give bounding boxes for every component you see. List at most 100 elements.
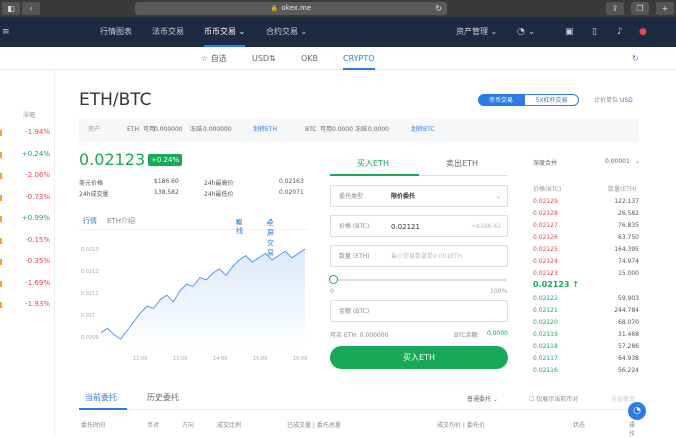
- y-tick-label: 0.0209: [81, 335, 99, 341]
- reload-icon[interactable]: ↻: [435, 2, 442, 15]
- buy-order-row[interactable]: 0.02117 64.938: [533, 354, 639, 363]
- y-tick-label: 0.0213: [81, 247, 99, 253]
- nav-contract-trading[interactable]: 合约交易 ⌄: [266, 17, 307, 47]
- pair-list-item[interactable]: -1.94%: [0, 128, 55, 136]
- new-tab-icon[interactable]: +: [656, 2, 674, 15]
- pair-list-item[interactable]: -1.69%: [0, 279, 55, 287]
- buy-order-row[interactable]: 0.02119 31.468: [533, 330, 639, 339]
- buy-order-row[interactable]: 0.02116 56.224: [533, 366, 639, 375]
- buy-order-row[interactable]: 0.02118 57.286: [533, 342, 639, 351]
- sell-order-row[interactable]: 0.02128 26.582: [533, 209, 639, 218]
- order-quantity: 68.070: [618, 319, 639, 326]
- pair-list-item[interactable]: +0.99%: [0, 214, 55, 222]
- unit-label: 计价单位: [594, 97, 619, 104]
- support-icon[interactable]: ◔: [628, 402, 646, 420]
- menu-icon[interactable]: ≡: [2, 17, 10, 47]
- sell-order-row[interactable]: 0.02123 15.000: [533, 269, 639, 278]
- tab-eth-intro[interactable]: ETH介绍: [107, 216, 135, 226]
- percent-slider[interactable]: [329, 275, 506, 284]
- tabs-icon[interactable]: ❐: [631, 2, 649, 15]
- pair-list-item[interactable]: -2.06%: [0, 171, 55, 179]
- user-icon[interactable]: ◔ ⌄: [517, 17, 535, 47]
- order-filter-select[interactable]: 普通委托 ⌄: [467, 394, 498, 403]
- price-input[interactable]: 价格 (BTC) 0.02121 ≈$186.42: [330, 215, 508, 237]
- y-tick-label: 0.021: [81, 313, 95, 319]
- browser-nav-icon[interactable]: ◧: [2, 2, 20, 15]
- pair-marker: [0, 130, 2, 136]
- share-icon[interactable]: ⇪: [606, 2, 624, 15]
- pair-list-item[interactable]: -0.15%: [0, 236, 55, 244]
- y-tick-label: 0.0211: [81, 291, 99, 297]
- order-quantity: 74.974: [618, 258, 639, 265]
- col-side: 方向: [182, 422, 195, 429]
- price-chart[interactable]: 0.0213 0.0212 0.0211 0.021 0.0209 12:00 13:00 1…: [79, 232, 307, 364]
- unit-selector[interactable]: 计价单位 USD: [594, 95, 633, 104]
- tab-sell[interactable]: 卖出ETH: [446, 158, 478, 169]
- col-status: 状态: [573, 422, 586, 429]
- change-header[interactable]: 涨幅: [23, 110, 35, 119]
- transfer-btc-link[interactable]: 划转BTC: [411, 118, 435, 142]
- sell-order-row[interactable]: 0.02125 164.395: [533, 245, 639, 254]
- pair-list-item[interactable]: -0.73%: [0, 193, 55, 201]
- sell-order-row[interactable]: 0.02126 63.750: [533, 233, 639, 242]
- tab-current-orders[interactable]: 当前委托: [85, 392, 117, 403]
- slider-handle[interactable]: [329, 275, 338, 284]
- quantity-input[interactable]: 数量 (ETH) 最小交易数量是0.001ETH: [330, 245, 508, 267]
- transfer-eth-link[interactable]: 划转ETH: [253, 118, 277, 142]
- tab-market[interactable]: 行情: [83, 216, 97, 226]
- pair-marker: [0, 259, 2, 265]
- price-usd: ≈$186.42: [471, 223, 501, 230]
- subtab-usd[interactable]: USD⇅: [252, 47, 276, 70]
- buy-order-row[interactable]: 0.02122 59.903: [533, 294, 639, 303]
- buy-order-row[interactable]: 0.02121 244.784: [533, 306, 639, 315]
- tab-history-orders[interactable]: 历史委托: [147, 392, 179, 403]
- btc-balance-label: BTC余额:: [454, 332, 480, 339]
- sell-order-row[interactable]: 0.02129 122.137: [533, 197, 639, 206]
- order-quantity: 76.835: [618, 222, 639, 229]
- amount-input[interactable]: 金额 (BTC): [330, 300, 508, 322]
- nav-asset-label: 资产管理: [456, 27, 488, 36]
- pair-change: -2.06%: [25, 171, 50, 179]
- pair-list-item[interactable]: +0.24%: [0, 150, 55, 158]
- only-current-checkbox[interactable]: ☐ 仅展示当前币对: [529, 394, 578, 403]
- pair-marker: [0, 237, 2, 244]
- subtab-okb[interactable]: OKB: [301, 47, 318, 70]
- margin-trading-switch[interactable]: 5X杠杆交易: [524, 94, 579, 106]
- download-icon[interactable]: ▯: [592, 17, 597, 47]
- chevron-down-icon: ⌄: [492, 396, 498, 403]
- nav-fiat-trading[interactable]: 法币交易: [152, 17, 184, 47]
- unit-value: USD: [619, 97, 633, 104]
- message-icon[interactable]: ▣: [565, 17, 574, 47]
- pair-list-item[interactable]: -0.35%: [0, 257, 55, 265]
- subtab-crypto[interactable]: CRYPTO: [343, 47, 375, 70]
- nav-coin-trading[interactable]: 币币交易 ⌄: [204, 17, 246, 47]
- refresh-icon[interactable]: ↻: [632, 47, 639, 70]
- cancel-all-button[interactable]: 全部撤单: [611, 394, 635, 403]
- browser-back-icon[interactable]: ‹: [22, 2, 40, 15]
- url-bar[interactable]: 🔒 okex.me ↻: [135, 2, 447, 15]
- depth-merge[interactable]: 深度合并 0.00001 ⌄: [533, 158, 641, 167]
- eth-label: ETH: [127, 126, 139, 133]
- buy-eth-button[interactable]: 买入ETH: [330, 346, 508, 369]
- assets-label: 资产: [88, 126, 101, 133]
- order-type-select[interactable]: 委托类型 限价委托 ⌄: [330, 185, 508, 207]
- volume-value: 138,582: [154, 189, 179, 196]
- sell-order-row[interactable]: 0.02127 76.835: [533, 221, 639, 230]
- volume-label: 24h成交量: [79, 191, 109, 198]
- buy-order-row[interactable]: 0.02120 68.070: [533, 318, 639, 327]
- tab-buy[interactable]: 买入ETH: [357, 158, 389, 169]
- nav-market-chart[interactable]: 行情图表: [100, 17, 132, 47]
- low-value: 0.02071: [279, 189, 304, 196]
- flag-icon[interactable]: ●: [639, 17, 647, 47]
- sell-order-row[interactable]: 0.02124 74.974: [533, 257, 639, 266]
- order-quantity: 164.395: [614, 246, 639, 253]
- notification-icon[interactable]: ♪: [617, 17, 623, 47]
- pair-list-item[interactable]: -1.93%: [0, 300, 55, 308]
- btc-avail-label: 可用: [320, 126, 333, 133]
- col-time: 委托时间: [81, 422, 106, 429]
- nav-asset-mgmt[interactable]: 资产管理 ⌄: [456, 17, 497, 47]
- price-label: 价格 (BTC): [339, 223, 370, 230]
- coin-trading-switch[interactable]: 币币交易: [478, 94, 524, 106]
- order-price: 0.02128: [533, 210, 558, 217]
- subtab-favorites[interactable]: ☆ 自选: [201, 47, 227, 70]
